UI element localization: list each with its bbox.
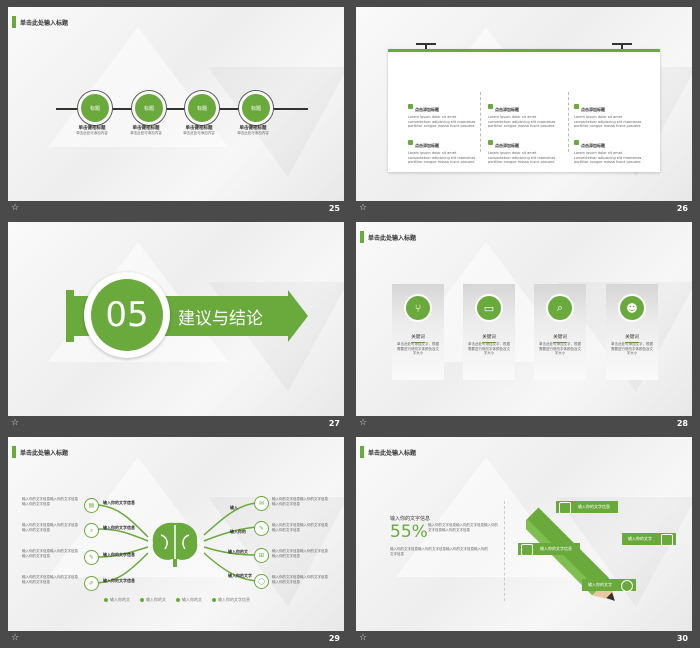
slide-title: 单击此处输入标题 bbox=[360, 231, 416, 243]
slide-29-cell[interactable]: 单击此处输入标题 ▤ ⌕ ✎ ✐ ✉ ✎ ⊞ ◯ 输入你的文字信息 输入你的文字… bbox=[8, 437, 344, 645]
star-icon[interactable]: ☆ bbox=[11, 418, 19, 428]
board-item: 点击添加标题 Lorem ipsum dolor sit amet consect… bbox=[574, 96, 644, 129]
keyword-card: ☻ 关键词 单击此处可添加文字，根据需要进行修改字体颜色及文字大小 bbox=[606, 284, 658, 380]
board-item: 点击添加标题 Lorem ipsum dolor sit amet consect… bbox=[408, 96, 478, 129]
percent-value: 55% bbox=[390, 522, 428, 542]
chat-icon: ◯ bbox=[254, 574, 269, 589]
star-icon[interactable]: ☆ bbox=[11, 633, 19, 643]
mail-icon: ✉ bbox=[254, 496, 269, 511]
pencil-graphic bbox=[526, 507, 615, 601]
board-item: 点击添加标题 Lorem ipsum dolor sit amet consect… bbox=[488, 132, 558, 165]
keyword-card: ▭ 关键词 单击此处可添加文字，根据需要进行修改字体颜色及文字大小 bbox=[463, 284, 515, 380]
board-item: 点击添加标题 Lorem ipsum dolor sit amet consect… bbox=[408, 132, 478, 165]
slide-30[interactable]: 单击此处输入标题 输入你的文字信息 55% 输入你的文字信息输入你的文字信息输入… bbox=[356, 437, 692, 631]
slide-28[interactable]: 单击此处输入标题 ⑂ 关键词 单击此处可添加文字，根据需要进行修改字体颜色及文字… bbox=[356, 222, 692, 416]
search-icon: ⌕ bbox=[546, 294, 574, 322]
calendar-icon bbox=[408, 140, 413, 145]
board-item: 点击添加标题 Lorem ipsum dolor sit amet consect… bbox=[488, 96, 558, 129]
star-icon[interactable]: ☆ bbox=[11, 203, 19, 213]
heading: 输入你的文字信息 bbox=[390, 516, 431, 522]
grid-icon: ⊞ bbox=[254, 548, 269, 563]
star-icon[interactable]: ☆ bbox=[359, 633, 367, 643]
book-icon: ▤ bbox=[84, 498, 99, 513]
slide-28-cell[interactable]: 单击此处输入标题 ⑂ 关键词 单击此处可添加文字，根据需要进行修改字体颜色及文字… bbox=[356, 222, 692, 430]
board-item: 点击添加标题 Lorem ipsum dolor sit amet consect… bbox=[574, 132, 644, 165]
keyword-card: ⑂ 关键词 单击此处可添加文字，根据需要进行修改字体颜色及文字大小 bbox=[392, 284, 444, 380]
star-icon[interactable]: ☆ bbox=[359, 418, 367, 428]
slide-title: 单击此处输入标题 bbox=[360, 446, 416, 458]
slide-27[interactable]: 05 建议与结论 bbox=[8, 222, 344, 416]
slide-title: 单击此处输入标题 bbox=[12, 16, 68, 28]
laptop-icon: ▭ bbox=[475, 294, 503, 322]
pen-icon: ✎ bbox=[84, 550, 99, 565]
info-tag: 输入你的文字信息 bbox=[556, 501, 618, 514]
timeline-node: 标题 bbox=[132, 91, 166, 125]
timeline-caption: 单击键相标题 单击此处可添加内容 bbox=[130, 126, 162, 135]
doc-icon bbox=[488, 104, 493, 109]
slide-number: 29 bbox=[328, 633, 340, 643]
star-icon[interactable]: ☆ bbox=[359, 203, 367, 213]
notice-board: 点击添加标题 Lorem ipsum dolor sit amet consect… bbox=[388, 49, 660, 172]
section-number: 05 bbox=[91, 279, 163, 351]
slide-25[interactable]: 单击此处输入标题 标题 标题 标题 标题 单击键相标题 单击此处可添加内容 单击键… bbox=[8, 7, 344, 201]
pencil-icon: ✐ bbox=[84, 576, 99, 591]
wallet-icon bbox=[559, 502, 571, 514]
timeline-node: 标题 bbox=[78, 91, 112, 125]
info-tag: 输入你的文字 bbox=[622, 533, 676, 546]
legend: 输入你的文 输入你的文 输入你的文 输入你的文字信息 bbox=[104, 597, 250, 603]
slide-number: 27 bbox=[328, 418, 340, 428]
slide-number: 25 bbox=[328, 203, 340, 213]
search-icon: ⌕ bbox=[84, 523, 99, 538]
timeline-caption: 单击键相标题 单击此处可添加内容 bbox=[237, 126, 269, 135]
image-icon bbox=[521, 544, 533, 556]
timeline-caption: 单击键相标题 单击此处可添加内容 bbox=[183, 126, 215, 135]
slide-number: 26 bbox=[676, 203, 688, 213]
team-icon: ☻ bbox=[618, 294, 646, 322]
info-tag: 输入你的文字 bbox=[582, 579, 636, 592]
info-tag: 输入你的文字信息 bbox=[518, 543, 580, 556]
slide-26[interactable]: 点击添加标题 Lorem ipsum dolor sit amet consect… bbox=[356, 7, 692, 201]
keyword-card: ⌕ 关键词 单击此处可添加文字，根据需要进行修改字体颜色及文字大小 bbox=[534, 284, 586, 380]
slide-30-cell[interactable]: 单击此处输入标题 输入你的文字信息 55% 输入你的文字信息输入你的文字信息输入… bbox=[356, 437, 692, 645]
chart-icon bbox=[408, 104, 413, 109]
slide-26-cell[interactable]: 点击添加标题 Lorem ipsum dolor sit amet consect… bbox=[356, 7, 692, 215]
timeline-node: 标题 bbox=[239, 91, 273, 125]
target-icon bbox=[488, 140, 493, 145]
edit-icon: ✎ bbox=[254, 521, 269, 536]
timeline-caption: 单击键相标题 单击此处可添加内容 bbox=[76, 126, 108, 135]
slide-25-cell[interactable]: 单击此处输入标题 标题 标题 标题 标题 单击键相标题 单击此处可添加内容 单击键… bbox=[8, 7, 344, 215]
section-title: 建议与结论 bbox=[178, 309, 263, 329]
slide-number: 28 bbox=[676, 418, 688, 428]
branch-icon: ⑂ bbox=[404, 294, 432, 322]
cloud-icon bbox=[574, 104, 579, 109]
slide-29[interactable]: 单击此处输入标题 ▤ ⌕ ✎ ✐ ✉ ✎ ⊞ ◯ 输入你的文字信息 输入你的文字… bbox=[8, 437, 344, 631]
globe-icon bbox=[621, 580, 633, 592]
timeline-node: 标题 bbox=[185, 91, 219, 125]
settings-icon bbox=[661, 534, 673, 546]
slide-number: 30 bbox=[676, 633, 688, 643]
mail-icon bbox=[574, 140, 579, 145]
slide-27-cell[interactable]: 05 建议与结论 ☆ 27 bbox=[8, 222, 344, 430]
